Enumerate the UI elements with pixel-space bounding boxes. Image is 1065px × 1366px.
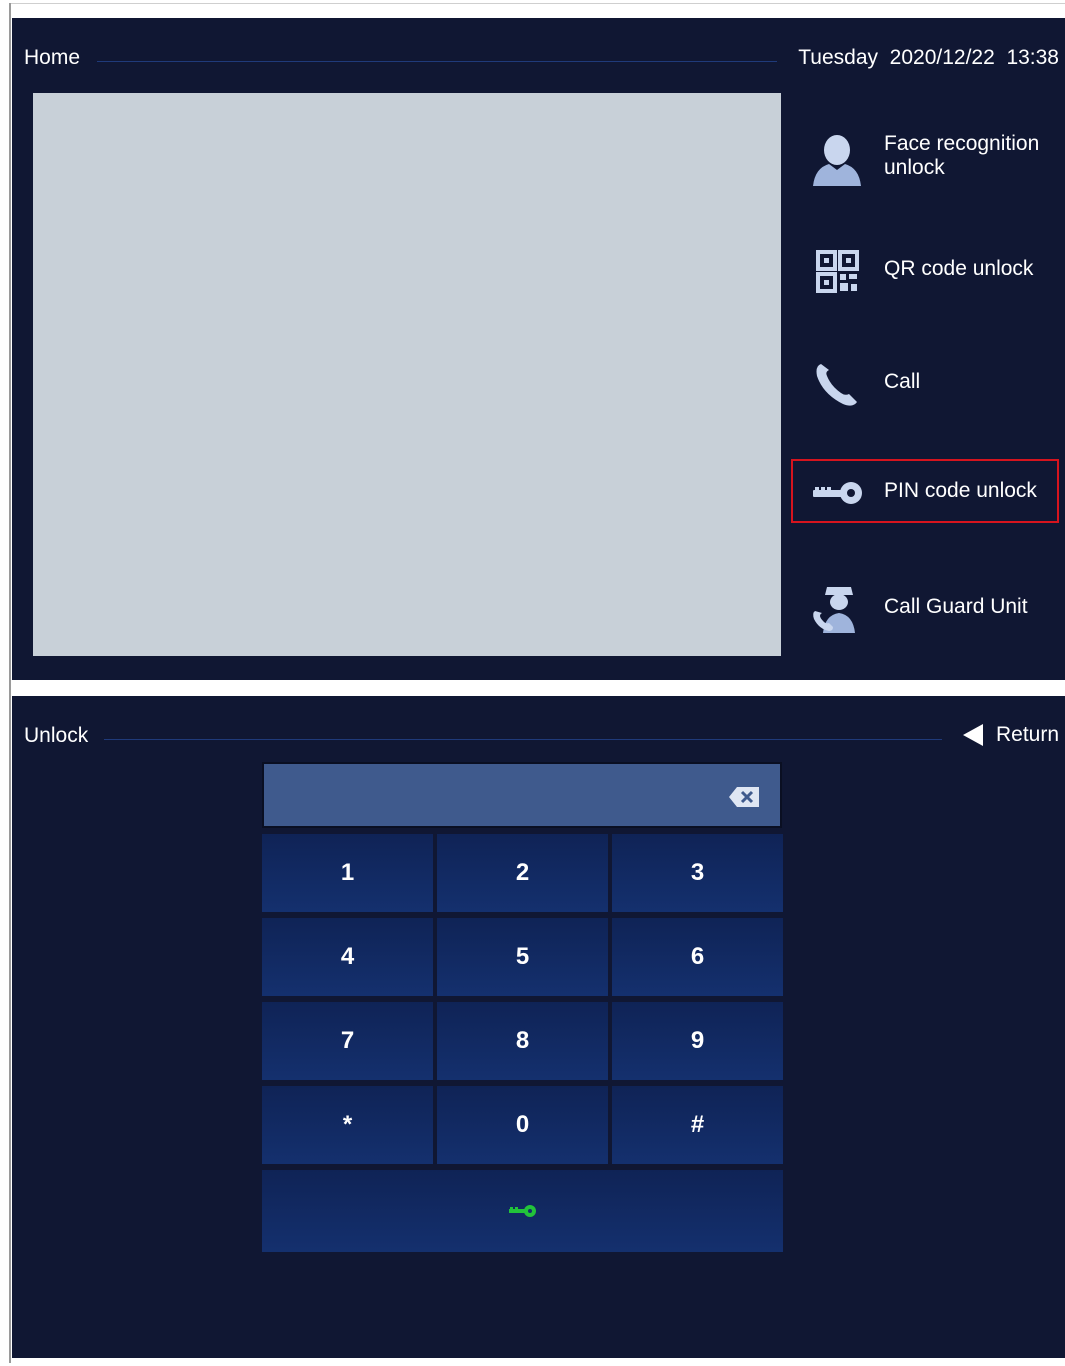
key-1[interactable]: 1 <box>262 834 433 912</box>
pin-input[interactable] <box>262 762 782 828</box>
key-7[interactable]: 7 <box>262 1002 433 1080</box>
menu-label: PIN code unlock <box>884 479 1037 502</box>
title-divider <box>97 61 777 62</box>
key-8[interactable]: 8 <box>437 1002 608 1080</box>
key-5[interactable]: 5 <box>437 918 608 996</box>
menu-label: QR code unlock <box>884 257 1034 280</box>
guard-icon <box>813 587 855 633</box>
phone-icon <box>816 364 857 406</box>
qr-code-icon <box>816 250 859 293</box>
menu-label: Face recognition unlock <box>884 132 1040 179</box>
menu-qr-code-unlock[interactable]: QR code unlock <box>791 237 1059 301</box>
key-star[interactable]: * <box>262 1086 433 1164</box>
key-4[interactable]: 4 <box>262 918 433 996</box>
key-hash[interactable]: # <box>612 1086 783 1164</box>
key-icon <box>508 1205 536 1217</box>
unlock-screen: Unlock Return 1 2 3 4 5 6 7 8 9 * 0 # <box>12 696 1065 1358</box>
key-3[interactable]: 3 <box>612 834 783 912</box>
unlock-button[interactable] <box>262 1170 783 1252</box>
menu-label: Call Guard Unit <box>884 595 1028 618</box>
frame-top-rule <box>9 3 1065 4</box>
person-icon <box>813 135 861 186</box>
return-label: Return <box>995 723 1059 746</box>
key-2[interactable]: 2 <box>437 834 608 912</box>
menu-call[interactable]: Call <box>791 350 1059 414</box>
page-title: Unlock <box>24 724 89 747</box>
menu-face-recognition-unlock[interactable]: Face recognition unlock <box>791 124 1059 188</box>
menu-pin-code-unlock[interactable]: PIN code unlock <box>791 459 1059 523</box>
menu-call-guard-unit[interactable]: Call Guard Unit <box>791 575 1059 639</box>
key-6[interactable]: 6 <box>612 918 783 996</box>
key-0[interactable]: 0 <box>437 1086 608 1164</box>
frame-left-rule <box>9 3 11 1363</box>
return-button[interactable]: Return <box>962 720 1059 750</box>
key-icon <box>813 482 862 504</box>
menu-label: Call <box>884 370 921 393</box>
backspace-icon[interactable] <box>728 786 760 808</box>
title-divider <box>104 739 942 740</box>
key-9[interactable]: 9 <box>612 1002 783 1080</box>
datetime: Tuesday 2020/12/22 13:38 <box>798 46 1059 69</box>
home-screen: Home Tuesday 2020/12/22 13:38 Face recog… <box>12 18 1065 680</box>
camera-preview <box>33 93 781 656</box>
back-arrow-icon <box>962 724 983 746</box>
page-title: Home <box>24 46 81 69</box>
